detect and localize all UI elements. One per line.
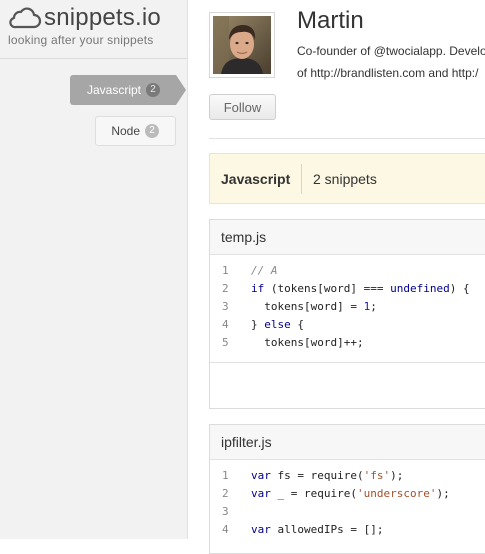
line-number: 3 bbox=[222, 300, 229, 313]
sidebar-item-node[interactable]: Node 2 bbox=[95, 116, 176, 146]
profile-name: Martin bbox=[297, 7, 364, 34]
code-block: 1 // A 2 if (tokens[word] === undefined)… bbox=[210, 255, 485, 352]
code-text: if (tokens[word] === undefined) { bbox=[251, 282, 470, 295]
bio-line: Co-founder of @twocialapp. Develop bbox=[297, 44, 485, 58]
snippet-card: temp.js 1 // A 2 if (tokens[word] === un… bbox=[209, 219, 485, 409]
code-block: 1 var fs = require('fs'); 2 var _ = requ… bbox=[210, 460, 485, 539]
avatar[interactable] bbox=[209, 12, 275, 78]
cloud-icon bbox=[9, 7, 42, 29]
line-number: 4 bbox=[222, 318, 229, 331]
code-text: var _ = require('underscore'); bbox=[251, 487, 450, 500]
filter-language: Javascript bbox=[221, 171, 291, 187]
code-line: 3 tokens[word] = 1; bbox=[210, 298, 485, 316]
logo[interactable]: snippets.io looking after your snippets bbox=[8, 4, 161, 47]
line-number: 2 bbox=[222, 282, 229, 295]
logo-name: snippets.io bbox=[44, 4, 161, 31]
code-text: tokens[word] = 1; bbox=[251, 300, 377, 313]
snippet-count: 2 snippets bbox=[313, 171, 377, 187]
line-number: 1 bbox=[222, 469, 229, 482]
snippet-card: ipfilter.js 1 var fs = require('fs'); 2 … bbox=[209, 424, 485, 554]
line-number: 4 bbox=[222, 523, 229, 536]
code-line: 1 var fs = require('fs'); bbox=[210, 467, 485, 485]
code-text: var fs = require('fs'); bbox=[251, 469, 404, 482]
code-line: 3 bbox=[210, 503, 485, 521]
sidebar-item-javascript[interactable]: Javascript 2 bbox=[70, 75, 186, 105]
code-line: 2 var _ = require('underscore'); bbox=[210, 485, 485, 503]
avatar-photo bbox=[213, 16, 271, 74]
sidebar-item-label: Javascript bbox=[86, 83, 141, 97]
language-filter-bar: Javascript 2 snippets bbox=[209, 153, 485, 204]
snippet-title[interactable]: temp.js bbox=[210, 220, 485, 255]
line-number: 1 bbox=[222, 264, 229, 277]
code-text: } else { bbox=[251, 318, 304, 331]
logo-tagline: looking after your snippets bbox=[8, 33, 154, 47]
profile-bio: Co-founder of @twocialapp. Develop of ht… bbox=[297, 40, 485, 84]
divider bbox=[301, 164, 302, 194]
snippet-footer bbox=[210, 362, 485, 405]
bio-line: of http://brandlisten.com and http:/ bbox=[297, 66, 479, 80]
code-text: var allowedIPs = []; bbox=[251, 523, 384, 536]
sidebar: snippets.io looking after your snippets … bbox=[0, 0, 188, 539]
line-number: 2 bbox=[222, 487, 229, 500]
code-line: 5 tokens[word]++; bbox=[210, 334, 485, 352]
count-badge: 2 bbox=[145, 124, 159, 138]
code-line: 4 } else { bbox=[210, 316, 485, 334]
sidebar-item-label: Node bbox=[111, 124, 140, 138]
line-number: 5 bbox=[222, 336, 229, 349]
follow-button[interactable]: Follow bbox=[209, 94, 276, 120]
snippet-title[interactable]: ipfilter.js bbox=[210, 425, 485, 460]
code-line: 4 var allowedIPs = []; bbox=[210, 521, 485, 539]
line-number: 3 bbox=[222, 505, 229, 518]
code-line: 2 if (tokens[word] === undefined) { bbox=[210, 280, 485, 298]
code-line: 1 // A bbox=[210, 262, 485, 280]
code-text: tokens[word]++; bbox=[251, 336, 364, 349]
code-text: // A bbox=[251, 264, 278, 277]
count-badge: 2 bbox=[146, 83, 160, 97]
divider bbox=[0, 58, 187, 59]
divider bbox=[209, 138, 485, 139]
